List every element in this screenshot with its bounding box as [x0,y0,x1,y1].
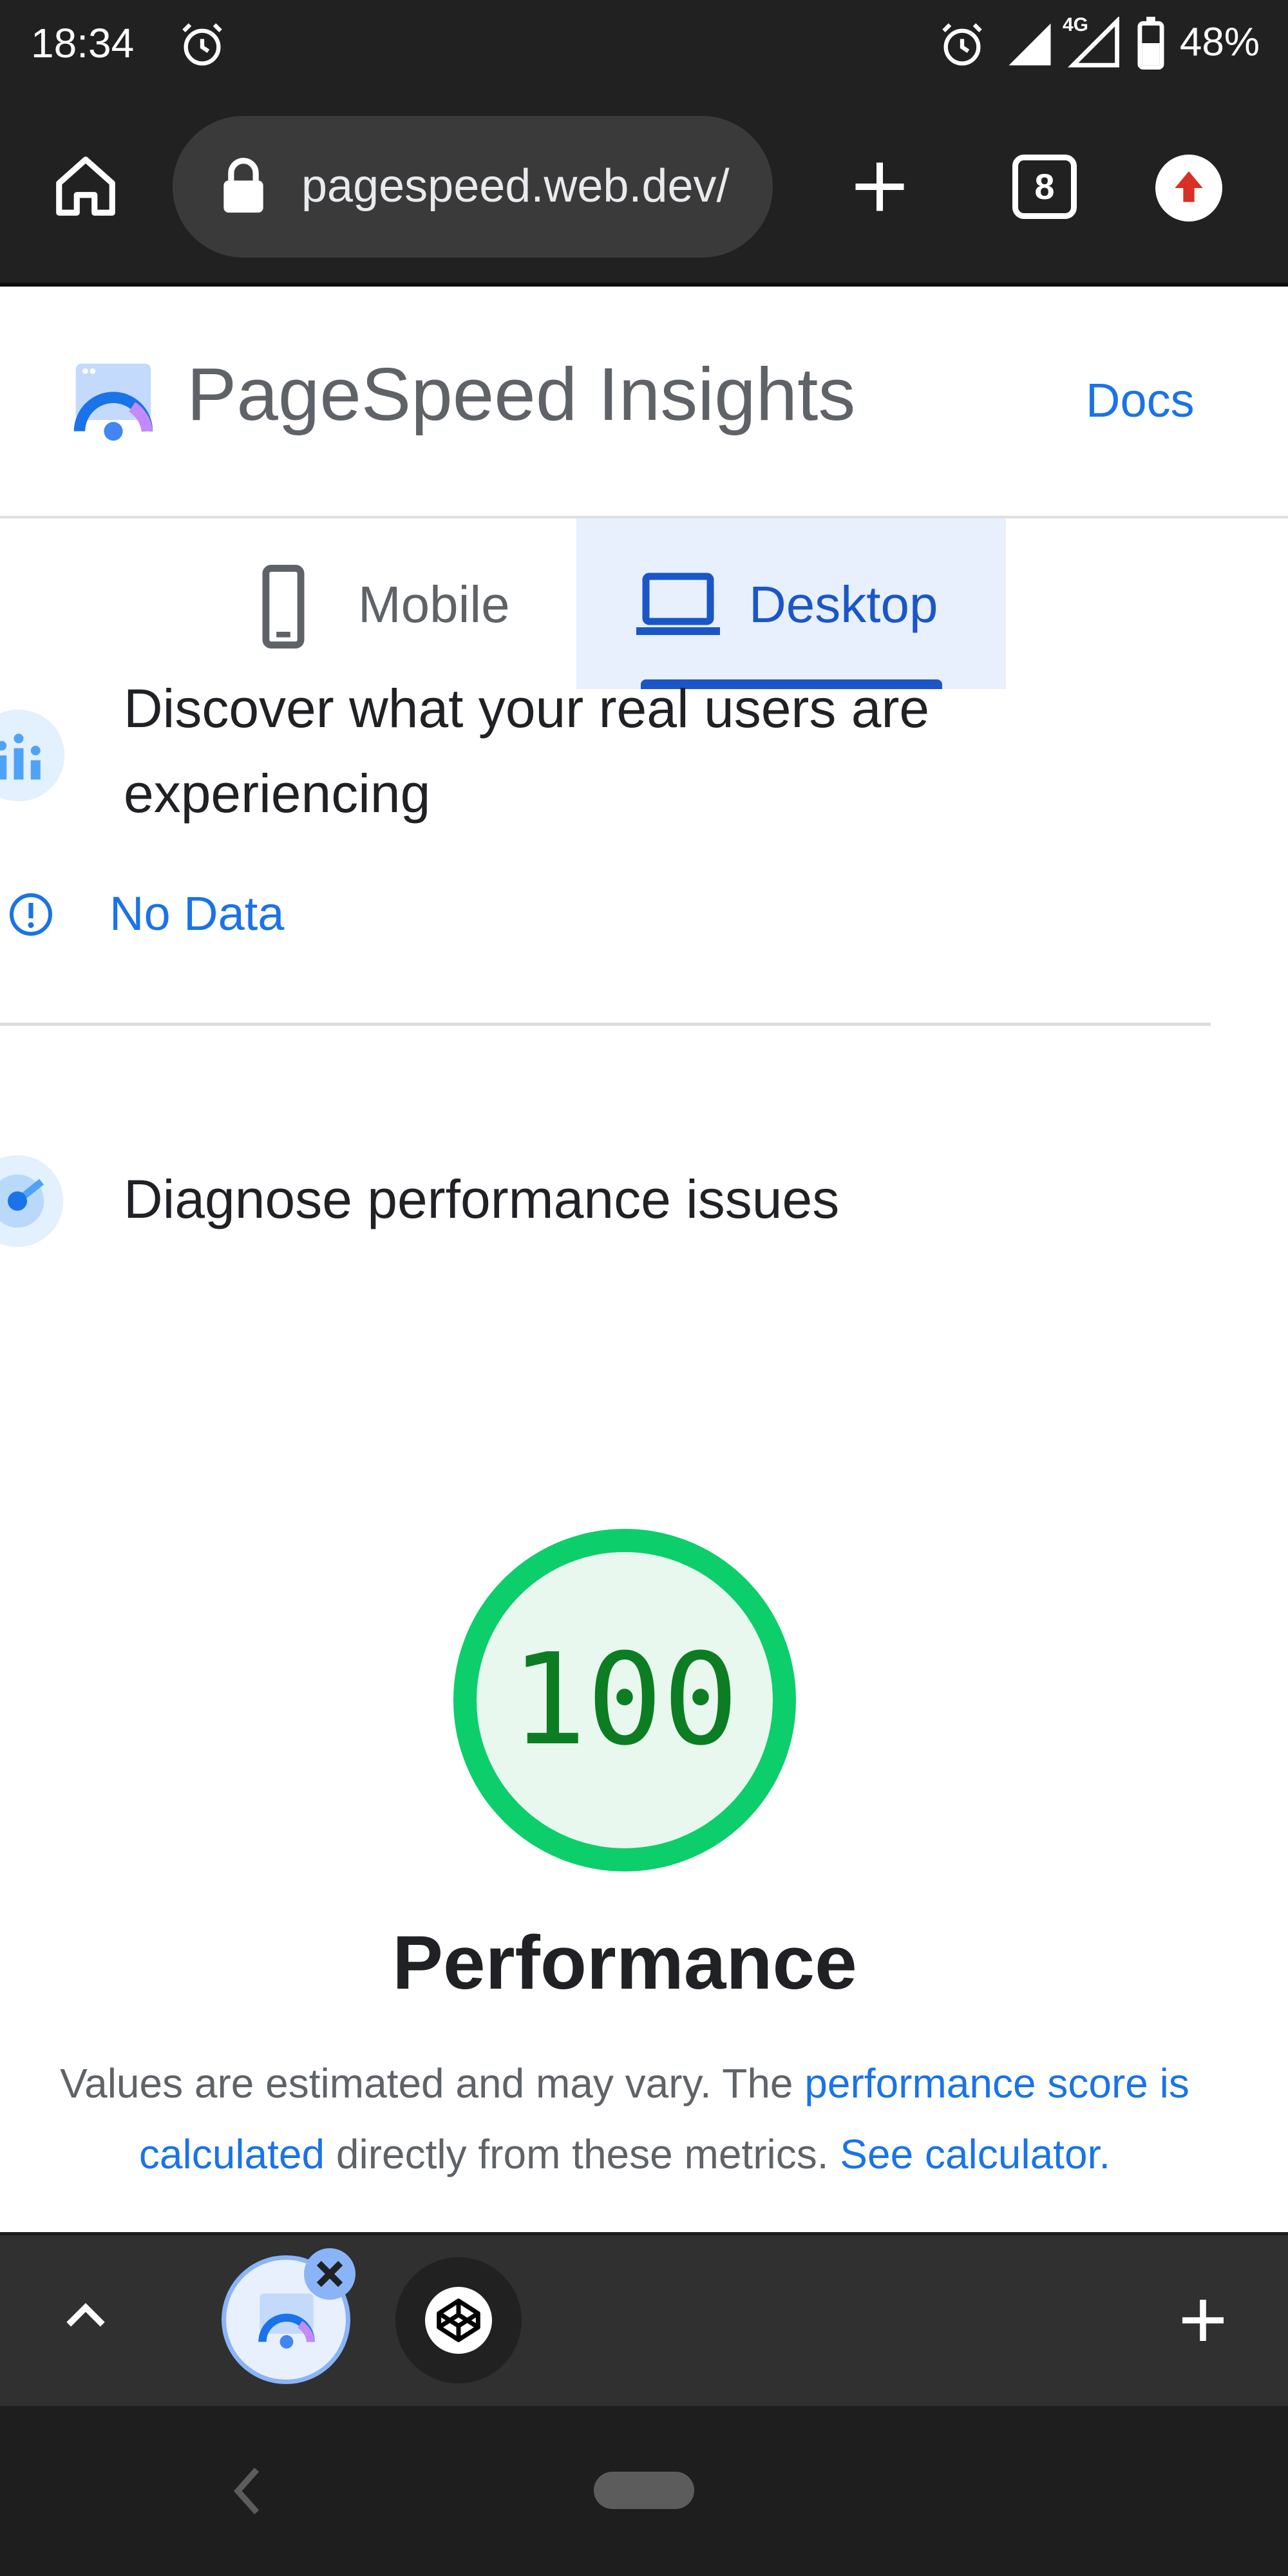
close-tab-icon[interactable] [304,2248,355,2300]
performance-score-value: 100 [510,1627,739,1774]
field-data-title: Discover what your real users are experi… [124,678,930,824]
address-bar[interactable]: pagespeed.web.dev/ [173,116,773,258]
desc-text-1: Values are estimated and may vary. The [60,2060,805,2107]
page-title: PageSpeed Insights [187,352,856,436]
chevron-up-icon[interactable] [57,2288,115,2346]
lock-icon [220,156,267,215]
tab-mobile[interactable]: Mobile [358,575,510,634]
home-gesture-pill[interactable] [594,2472,694,2509]
tab-desktop-label[interactable]: Desktop [749,575,938,634]
tab-thumbnail-codepen[interactable] [395,2257,522,2383]
docs-link[interactable]: Docs [1086,373,1195,428]
users-chart-icon [0,707,67,804]
device-tabs: Mobile Desktop [0,518,1288,689]
desc-text-2: directly from these metrics. [325,2131,840,2177]
info-alert-icon [8,891,54,938]
see-calculator-link[interactable]: See calculator. [840,2131,1110,2177]
tab-switcher-button[interactable]: 8 [1012,155,1077,219]
browser-toolbar: pagespeed.web.dev/ 8 [0,90,1288,287]
no-data-status[interactable]: No Data [109,886,284,941]
back-icon[interactable] [227,2463,268,2519]
battery-icon [1135,17,1167,70]
network-type: 4G [1063,14,1089,35]
alarm-icon [178,21,227,70]
performance-label: Performance [392,1920,857,2005]
signal-icon [1005,19,1055,70]
home-icon[interactable] [50,151,121,222]
update-icon[interactable] [1155,155,1222,222]
section-divider [0,1023,1211,1026]
url-text: pagespeed.web.dev/ [301,160,730,212]
alarm-icon [938,21,987,70]
laptop-icon[interactable] [636,570,720,641]
page-header: PageSpeed Insights Docs [0,287,1288,518]
new-tab-icon[interactable] [848,155,912,219]
lab-data-title: Diagnose performance issues [124,1169,840,1229]
diagnose-radar-icon [0,1153,66,1249]
signal-4g-icon: 4G [1063,14,1122,70]
battery-percent: 48% [1179,20,1260,64]
codepen-icon [425,2287,492,2354]
pagespeed-logo-icon[interactable] [68,356,158,446]
bottom-tab-strip [0,2232,1288,2406]
system-navigation-bar [0,2406,1288,2576]
mobile-phone-icon[interactable] [245,565,322,649]
performance-description: Values are estimated and may vary. The p… [26,2048,1224,2190]
add-tab-icon[interactable] [1172,2289,1234,2351]
status-bar: 18:34 4G 48% [0,0,1288,90]
status-time: 18:34 [31,20,135,66]
